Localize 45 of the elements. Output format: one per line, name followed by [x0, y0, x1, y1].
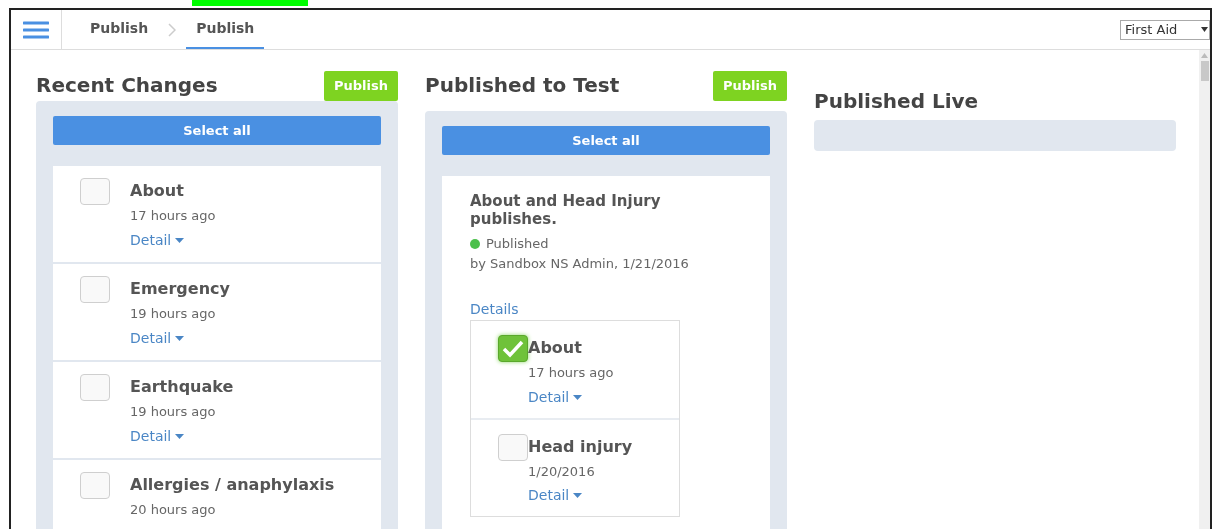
item-title: Earthquake [130, 376, 234, 398]
item-time: 17 hours ago [130, 207, 216, 225]
item-title: Emergency [130, 278, 230, 300]
item-title: About [528, 337, 583, 359]
detail-link[interactable]: Detail [528, 485, 583, 506]
item-time: 17 hours ago [528, 364, 614, 382]
breadcrumb-tab[interactable]: Publish [186, 10, 265, 49]
caret-icon [175, 433, 185, 439]
column-title: Published to Test [425, 72, 620, 99]
select-all-button[interactable]: Select all [53, 116, 381, 145]
status-label: Published [486, 235, 549, 253]
checkbox[interactable] [498, 433, 528, 461]
detail-link[interactable]: Detail [528, 386, 583, 408]
checkbox[interactable] [80, 472, 110, 499]
caret-icon [175, 237, 185, 243]
publish-byline: by Sandbox NS Admin, 1/21/2016 [470, 254, 690, 273]
item-title: Head injury [528, 435, 633, 458]
project-select[interactable]: First Aid [1120, 19, 1210, 40]
detail-link[interactable]: Detail [130, 425, 185, 447]
detail-link[interactable]: Detail [130, 229, 185, 251]
publish-title: About and Head Injury publishes. [470, 192, 662, 228]
checkbox[interactable] [498, 335, 528, 362]
checkbox[interactable] [80, 178, 110, 205]
scroll-up-icon[interactable] [1201, 53, 1208, 59]
checkbox[interactable] [80, 276, 110, 303]
select-all-button[interactable]: Select all [442, 126, 770, 155]
item-title: Allergies / anaphylaxis [130, 474, 335, 496]
item-time: 1/20/2016 [528, 462, 596, 481]
column-title: Published Live [814, 88, 979, 115]
caret-icon [573, 493, 583, 498]
item-time: 19 hours ago [130, 305, 217, 323]
dropdown-icon [1201, 27, 1208, 32]
item-time: 19 hours ago [130, 403, 217, 421]
caret-icon [573, 394, 583, 400]
item-title: About [130, 180, 185, 202]
scrollbar-thumb[interactable] [1200, 61, 1209, 81]
checkmark-icon [502, 339, 524, 358]
column-title: Recent Changes [36, 72, 218, 99]
checkbox[interactable] [80, 374, 110, 401]
detail-link[interactable]: Detail [130, 327, 185, 349]
item-time: 20 hours ago [130, 501, 217, 519]
chevron-icon [168, 22, 177, 37]
caret-icon [175, 335, 185, 341]
details-link[interactable]: Details [470, 299, 519, 320]
breadcrumb-tab[interactable]: Publish [80, 10, 159, 49]
